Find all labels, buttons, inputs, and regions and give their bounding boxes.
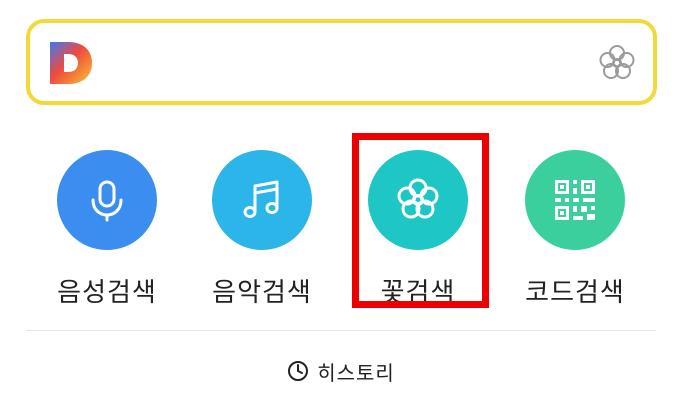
voice-search-circle	[57, 150, 157, 250]
clock-icon	[288, 361, 309, 381]
code-search-button[interactable]: 코드검색	[510, 150, 640, 308]
highlight-box	[352, 133, 489, 308]
music-search-button[interactable]: 음악검색	[197, 150, 327, 308]
code-search-label: 코드검색	[525, 278, 625, 308]
music-search-circle	[212, 150, 312, 250]
history-label: 히스토리	[317, 360, 395, 385]
daum-logo-icon	[50, 42, 92, 84]
voice-search-button[interactable]: 음성검색	[42, 150, 172, 308]
history-button[interactable]: 히스토리	[0, 354, 682, 388]
flower-search-icon[interactable]	[597, 43, 637, 83]
search-input[interactable]	[110, 41, 584, 85]
voice-search-label: 음성검색	[57, 278, 157, 308]
search-bar[interactable]	[26, 19, 657, 105]
qr-code-icon	[555, 180, 595, 220]
divider	[26, 330, 656, 331]
music-note-icon	[243, 180, 279, 218]
code-search-circle	[525, 150, 625, 250]
music-search-label: 음악검색	[212, 278, 312, 308]
microphone-icon	[91, 180, 123, 222]
